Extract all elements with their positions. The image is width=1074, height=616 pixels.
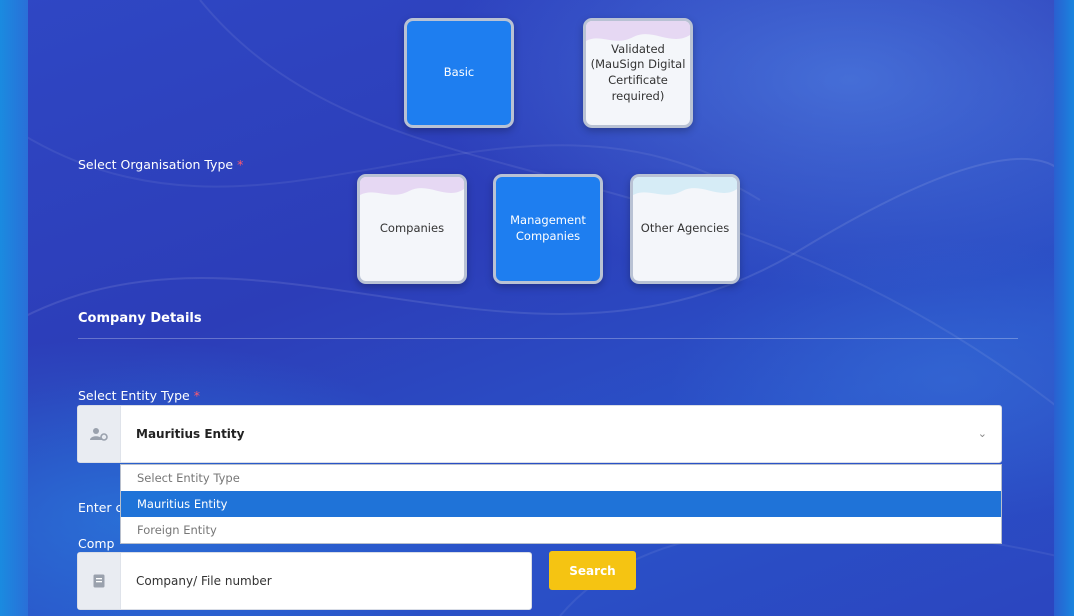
section-divider — [78, 338, 1018, 339]
signature-type-label-partial — [78, 0, 82, 6]
org-card-management-companies[interactable]: Management Companies — [493, 174, 603, 284]
entity-type-select[interactable]: Mauritius Entity ⌄ — [77, 405, 1002, 463]
dropdown-option-foreign-entity[interactable]: Foreign Entity — [121, 517, 1001, 543]
company-file-label-partial: Comp — [78, 536, 115, 551]
left-edge — [0, 0, 28, 616]
card-wave-decoration — [633, 177, 737, 195]
search-button[interactable]: Search — [549, 551, 636, 590]
org-card-label: Management Companies — [510, 213, 586, 243]
entity-type-value: Mauritius Entity — [136, 427, 245, 441]
company-details-title: Company Details — [78, 311, 202, 326]
org-card-other-agencies[interactable]: Other Agencies — [630, 174, 740, 284]
document-icon — [78, 553, 121, 609]
organisation-type-label: Select Organisation Type * — [78, 157, 244, 172]
org-card-companies[interactable]: Companies — [357, 174, 467, 284]
signature-card-basic[interactable]: Basic — [404, 18, 514, 128]
right-edge — [1054, 0, 1074, 616]
entity-type-label: Select Entity Type * — [78, 388, 200, 403]
org-card-label: Other Agencies — [640, 221, 730, 236]
org-card-label: Companies — [379, 221, 445, 236]
enter-label-partial: Enter c — [78, 500, 123, 515]
dropdown-option-placeholder[interactable]: Select Entity Type — [121, 465, 1001, 491]
chevron-down-icon: ⌄ — [977, 427, 987, 440]
file-number-input[interactable] — [136, 574, 516, 588]
card-wave-decoration — [360, 177, 464, 195]
signature-card-validated[interactable]: Validated (MauSign Digital Certificate r… — [583, 18, 693, 128]
dropdown-option-mauritius-entity[interactable]: Mauritius Entity — [121, 491, 1001, 517]
entity-type-dropdown: Select Entity Type Mauritius Entity Fore… — [120, 464, 1002, 544]
signature-card-label: Validated (MauSign Digital Certificate r… — [590, 41, 686, 103]
file-number-field — [77, 552, 532, 610]
signature-card-label: Basic — [443, 65, 475, 80]
user-gear-icon — [78, 406, 121, 462]
